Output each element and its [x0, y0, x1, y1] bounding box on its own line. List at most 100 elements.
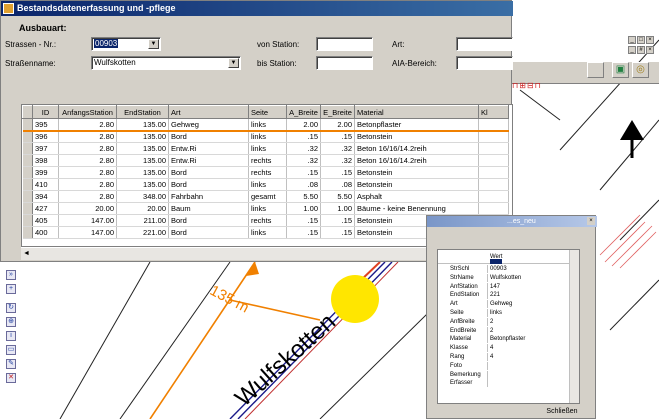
row-header[interactable] [22, 166, 33, 179]
row-header[interactable] [22, 178, 33, 191]
select-icon[interactable]: ▭ [6, 345, 16, 355]
mdi-close-button[interactable]: × [646, 36, 654, 44]
doc-restore-button[interactable]: # [637, 46, 645, 54]
table-cell[interactable]: .32 [286, 154, 321, 167]
attribute-row[interactable]: Rang 4 [438, 353, 579, 361]
table-cell[interactable] [478, 166, 509, 179]
table-cell[interactable]: 427 [32, 202, 59, 215]
table-cell[interactable]: 2.80 [58, 178, 117, 191]
table-cell[interactable]: .15 [320, 214, 355, 227]
attribute-value[interactable]: 4 [490, 344, 570, 352]
table-cell[interactable] [478, 154, 509, 167]
chevron-down-icon[interactable]: ▼ [148, 39, 159, 49]
attribute-dialog-title[interactable]: ...es_neu × [427, 216, 597, 227]
column-header[interactable]: Art [168, 105, 249, 119]
table-cell[interactable]: .32 [320, 142, 355, 155]
table-cell[interactable]: Bord [168, 166, 249, 179]
table-cell[interactable]: 398 [32, 154, 59, 167]
chevron-down-icon[interactable]: ▼ [228, 58, 239, 68]
table-cell[interactable]: gesamt [248, 190, 287, 203]
attribute-value[interactable]: 00903 [490, 265, 570, 273]
table-cell[interactable]: 2.80 [58, 142, 117, 155]
column-header[interactable]: Material [354, 105, 479, 119]
table-cell[interactable]: .15 [286, 226, 321, 239]
row-header[interactable] [22, 142, 33, 155]
edit-icon[interactable]: ✎ [6, 359, 16, 369]
table-cell[interactable] [478, 190, 509, 203]
attribute-row[interactable]: Material Betonpflaster [438, 335, 579, 344]
close-icon[interactable]: × [587, 217, 595, 225]
table-cell[interactable]: 135.00 [116, 154, 169, 167]
column-header[interactable]: E_Breite [320, 105, 355, 119]
attribute-row[interactable]: EndStation 221 [438, 291, 579, 300]
table-row[interactable]: 427 20.00 20.00 Baum links 1.00 1.00 Bäume - ke… [22, 202, 509, 215]
column-header[interactable]: A_Breite [286, 105, 321, 119]
delete-icon[interactable]: ✕ [6, 373, 16, 383]
attribute-value[interactable]: 2 [490, 327, 570, 335]
table-cell[interactable]: 2.80 [58, 154, 117, 167]
attribute-row[interactable]: Foto [438, 361, 579, 370]
zoom-in-icon[interactable]: ⊕ [6, 317, 16, 327]
table-cell[interactable]: Asphalt [354, 190, 479, 203]
table-cell[interactable]: 135.00 [116, 142, 169, 155]
table-row[interactable]: 399 2.80 135.00 Bord rechts .15.15 Betonstein [22, 166, 509, 179]
table-cell[interactable]: 405 [32, 214, 59, 227]
table-cell[interactable]: 20.00 [58, 202, 117, 215]
table-cell[interactable]: Fahrbahn [168, 190, 249, 203]
table-cell[interactable]: Bäume - keine Benennung [354, 202, 479, 215]
attribute-value[interactable]: 221 [490, 291, 570, 299]
table-cell[interactable]: rechts [248, 154, 287, 167]
row-header[interactable] [22, 214, 33, 227]
column-header[interactable]: AnfangsStation [58, 105, 117, 119]
row-header[interactable] [22, 190, 33, 203]
table-cell[interactable]: .15 [320, 166, 355, 179]
table-row[interactable]: 410 2.80 135.00 Bord links .08.08 Betonstein [22, 178, 509, 191]
scroll-left-icon[interactable]: ◄ [23, 250, 30, 257]
attribute-value[interactable]: 147 [490, 283, 570, 291]
table-cell[interactable]: Betonstein [354, 166, 479, 179]
table-cell[interactable] [478, 142, 509, 155]
table-cell[interactable]: 135.00 [116, 130, 169, 143]
table-cell[interactable]: links [248, 202, 287, 215]
column-header[interactable]: ID [32, 105, 59, 119]
table-cell[interactable]: .15 [286, 130, 321, 143]
attribute-value[interactable]: Gehweg [490, 300, 570, 308]
zoom-out-icon[interactable]: » [6, 270, 16, 280]
bis-station-input[interactable] [316, 56, 373, 70]
table-cell[interactable]: Betonpflaster [354, 118, 479, 132]
attribute-row[interactable]: AnfStation 147 [438, 282, 579, 291]
table-cell[interactable]: Bord [168, 214, 249, 227]
aia-bereich-input[interactable] [456, 56, 513, 70]
table-cell[interactable]: 2.80 [58, 166, 117, 179]
mdi-minimize-button[interactable]: _ [628, 36, 636, 44]
table-cell[interactable]: .08 [286, 178, 321, 191]
tool-blank-button[interactable] [587, 62, 604, 78]
table-cell[interactable]: Baum [168, 202, 249, 215]
table-cell[interactable]: 396 [32, 130, 59, 143]
table-cell[interactable]: rechts [248, 166, 287, 179]
row-header[interactable] [22, 154, 33, 167]
table-row[interactable]: 397 2.80 135.00 Entw.Ri links .32.32 Beton 16/… [22, 142, 509, 155]
table-cell[interactable]: 394 [32, 190, 59, 203]
save-icon[interactable]: ▣ [612, 62, 629, 78]
table-cell[interactable]: Bord [168, 130, 249, 143]
column-header[interactable]: Kl [478, 105, 509, 119]
table-cell[interactable]: 400 [32, 226, 59, 239]
table-cell[interactable]: Gehweg [168, 118, 249, 132]
table-cell[interactable]: .15 [320, 130, 355, 143]
table-cell[interactable]: 1.00 [286, 202, 321, 215]
von-station-input[interactable] [316, 37, 373, 51]
table-cell[interactable]: .15 [286, 166, 321, 179]
table-cell[interactable]: links [248, 118, 287, 132]
table-cell[interactable]: Beton 16/16/14.2reih [354, 142, 479, 155]
table-row[interactable]: 395 2.80 135.00 Gehweg links 2.00 2.00 Betonpfl… [22, 118, 509, 132]
table-cell[interactable]: 397 [32, 142, 59, 155]
attribute-value[interactable]: 2 [490, 318, 570, 326]
row-header[interactable] [22, 118, 33, 132]
table-cell[interactable]: rechts [248, 214, 287, 227]
table-cell[interactable]: 135.00 [116, 166, 169, 179]
strassen-nr-select[interactable]: 00903 ▼ [91, 37, 161, 51]
attribute-value[interactable]: Wulfskotten [490, 274, 570, 282]
table-cell[interactable]: Entw.Ri [168, 142, 249, 155]
dialog-title-bar[interactable]: Bestandsdatenerfassung und -pflege [1, 1, 513, 16]
